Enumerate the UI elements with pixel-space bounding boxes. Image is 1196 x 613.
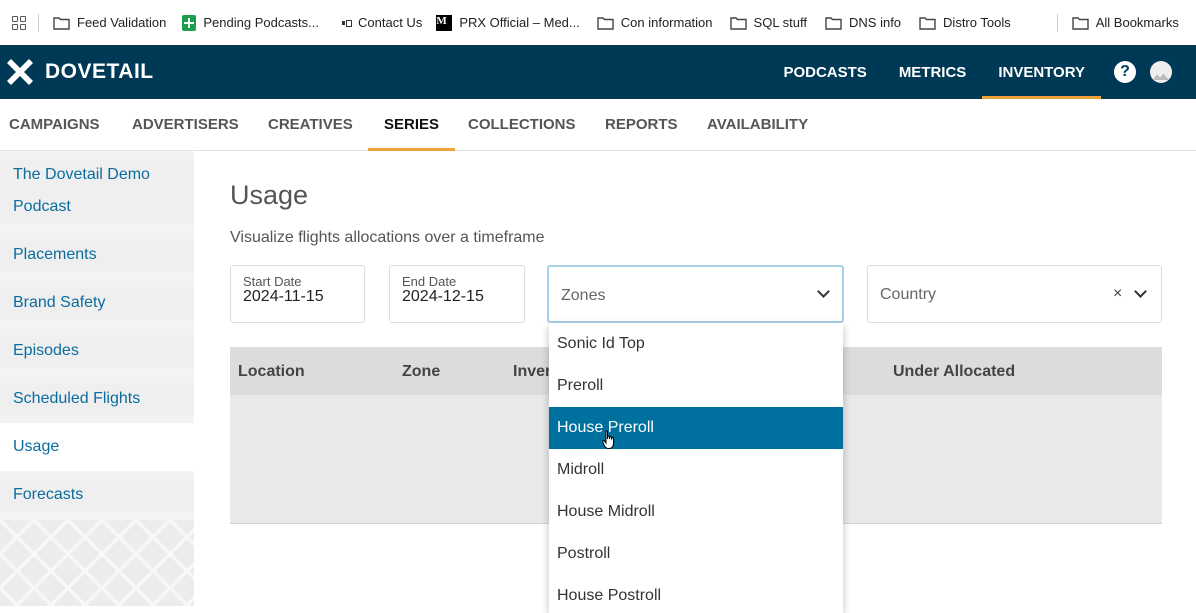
chevron-down-icon[interactable]	[817, 285, 830, 298]
sidebar-item-placements[interactable]: Placements	[0, 239, 194, 271]
sidebar-pattern	[0, 520, 194, 606]
bookmark-con-information[interactable]: Con information	[597, 0, 713, 45]
medium-icon: M	[436, 14, 453, 31]
sidebar-item-usage[interactable]: Usage	[0, 423, 194, 471]
app-header: DOVETAIL PODCASTS METRICS INVENTORY ?	[0, 45, 1196, 99]
page-title: Usage	[230, 180, 309, 210]
sidebar-item-scheduled-flights[interactable]: Scheduled Flights	[0, 383, 194, 415]
end-date-input[interactable]	[402, 288, 502, 306]
bookmark-distro-tools[interactable]: Distro Tools	[919, 0, 1011, 45]
end-date-label: End Date	[402, 274, 457, 289]
hand-cursor-icon	[602, 430, 614, 449]
all-bookmarks-button[interactable]: All Bookmarks	[1072, 0, 1179, 45]
bookmark-label: DNS info	[849, 15, 902, 30]
sidebar-item-brand-safety[interactable]: Brand Safety	[0, 287, 194, 319]
dovetail-logo[interactable]: DOVETAIL	[5, 57, 154, 87]
clear-icon[interactable]: ×	[1113, 285, 1122, 303]
bookmark-pending-podcasts[interactable]: Pending Podcasts...	[182, 0, 319, 45]
series-title-line1: The Dovetail Demo	[13, 166, 150, 183]
country-placeholder: Country	[880, 286, 937, 303]
user-avatar[interactable]	[1150, 61, 1172, 83]
zone-option-midroll[interactable]: Midroll	[549, 449, 843, 491]
bookmark-feed-validation[interactable]: Feed Validation	[53, 0, 166, 45]
bookmark-label: Pending Podcasts...	[203, 15, 320, 30]
tab-campaigns[interactable]: CAMPAIGNS	[9, 99, 100, 150]
bookmark-prx-official[interactable]: M PRX Official – Med...	[436, 0, 580, 45]
bookmark-sql-stuff[interactable]: SQL stuff	[729, 0, 808, 45]
bookmark-label: Feed Validation	[77, 15, 167, 30]
bookmark-contact-us[interactable]: Contact Us	[341, 0, 422, 45]
sidebar-item-episodes[interactable]: Episodes	[0, 335, 194, 367]
bookmark-label: Distro Tools	[943, 15, 1011, 30]
page-description: Visualize flights allocations over a tim…	[230, 229, 545, 246]
apps-button[interactable]	[12, 0, 26, 45]
column-header-zone[interactable]: Zone	[402, 363, 440, 381]
sidebar-item-forecasts[interactable]: Forecasts	[0, 479, 194, 511]
bookmark-label: SQL stuff	[753, 15, 808, 30]
all-bookmarks-label: All Bookmarks	[1095, 15, 1179, 30]
start-date-input[interactable]	[243, 288, 343, 306]
sheets-icon	[182, 14, 197, 31]
bookmark-label: Contact Us	[358, 15, 423, 30]
folder-icon	[1072, 16, 1089, 30]
folder-icon	[825, 16, 842, 30]
sub-nav: CAMPAIGNS ADVERTISERS CREATIVES SERIES C…	[0, 99, 1196, 151]
bookmarks-divider	[38, 13, 39, 32]
end-date-field[interactable]: End Date	[389, 265, 525, 323]
nav-metrics[interactable]: METRICS	[883, 45, 983, 99]
series-title-line2: Podcast	[13, 198, 71, 215]
zone-option-preroll[interactable]: Preroll	[549, 365, 843, 407]
top-nav: PODCASTS METRICS INVENTORY ?	[767, 45, 1196, 99]
bookmarks-bar: Feed Validation Pending Podcasts... Cont…	[0, 0, 1196, 45]
zone-option-house-preroll[interactable]: House Preroll	[549, 407, 843, 449]
nav-podcasts[interactable]: PODCASTS	[767, 45, 882, 99]
folder-icon	[919, 16, 936, 30]
folder-icon	[53, 16, 70, 30]
bookmark-label: Con information	[620, 15, 713, 30]
bookmarks-divider	[1056, 13, 1058, 32]
bookmark-dns-info[interactable]: DNS info	[825, 0, 901, 45]
column-header-under-allocated[interactable]: Under Allocated	[893, 363, 1015, 381]
zones-placeholder: Zones	[561, 287, 606, 304]
zones-dropdown-panel: Sonic Id Top Preroll House Preroll Midro…	[549, 323, 843, 613]
zone-option-postroll[interactable]: Postroll	[549, 533, 843, 575]
tab-collections[interactable]: COLLECTIONS	[468, 99, 576, 150]
tab-creatives[interactable]: CREATIVES	[268, 99, 353, 150]
help-icon[interactable]: ?	[1114, 61, 1136, 83]
bookmark-label: PRX Official – Med...	[459, 15, 580, 30]
tab-availability[interactable]: AVAILABILITY	[707, 99, 808, 150]
folder-icon	[597, 16, 614, 30]
tab-reports[interactable]: REPORTS	[605, 99, 678, 150]
sidebar: The Dovetail Demo Podcast Placements Bra…	[0, 151, 194, 606]
column-header-inventory[interactable]: Inver	[513, 363, 551, 381]
prx-icon	[341, 19, 353, 27]
folder-icon	[729, 16, 747, 30]
app-name: DOVETAIL	[45, 60, 154, 83]
nav-inventory[interactable]: INVENTORY	[982, 45, 1101, 99]
apps-grid-icon	[12, 15, 26, 30]
dovetail-x-icon	[7, 59, 33, 85]
sidebar-series-title[interactable]: The Dovetail Demo Podcast	[0, 159, 194, 223]
tab-series[interactable]: SERIES	[367, 99, 456, 151]
zone-option-house-postroll[interactable]: House Postroll	[549, 575, 843, 613]
chevron-down-icon[interactable]	[1134, 285, 1147, 298]
start-date-label: Start Date	[243, 274, 302, 289]
tab-advertisers[interactable]: ADVERTISERS	[132, 99, 239, 150]
zone-option-sonic-id-top[interactable]: Sonic Id Top	[549, 323, 843, 365]
zones-select[interactable]: Zones	[547, 265, 844, 323]
country-select[interactable]: Country ×	[867, 265, 1162, 323]
zone-option-house-midroll[interactable]: House Midroll	[549, 491, 843, 533]
column-header-location[interactable]: Location	[238, 363, 305, 381]
start-date-field[interactable]: Start Date	[230, 265, 365, 323]
